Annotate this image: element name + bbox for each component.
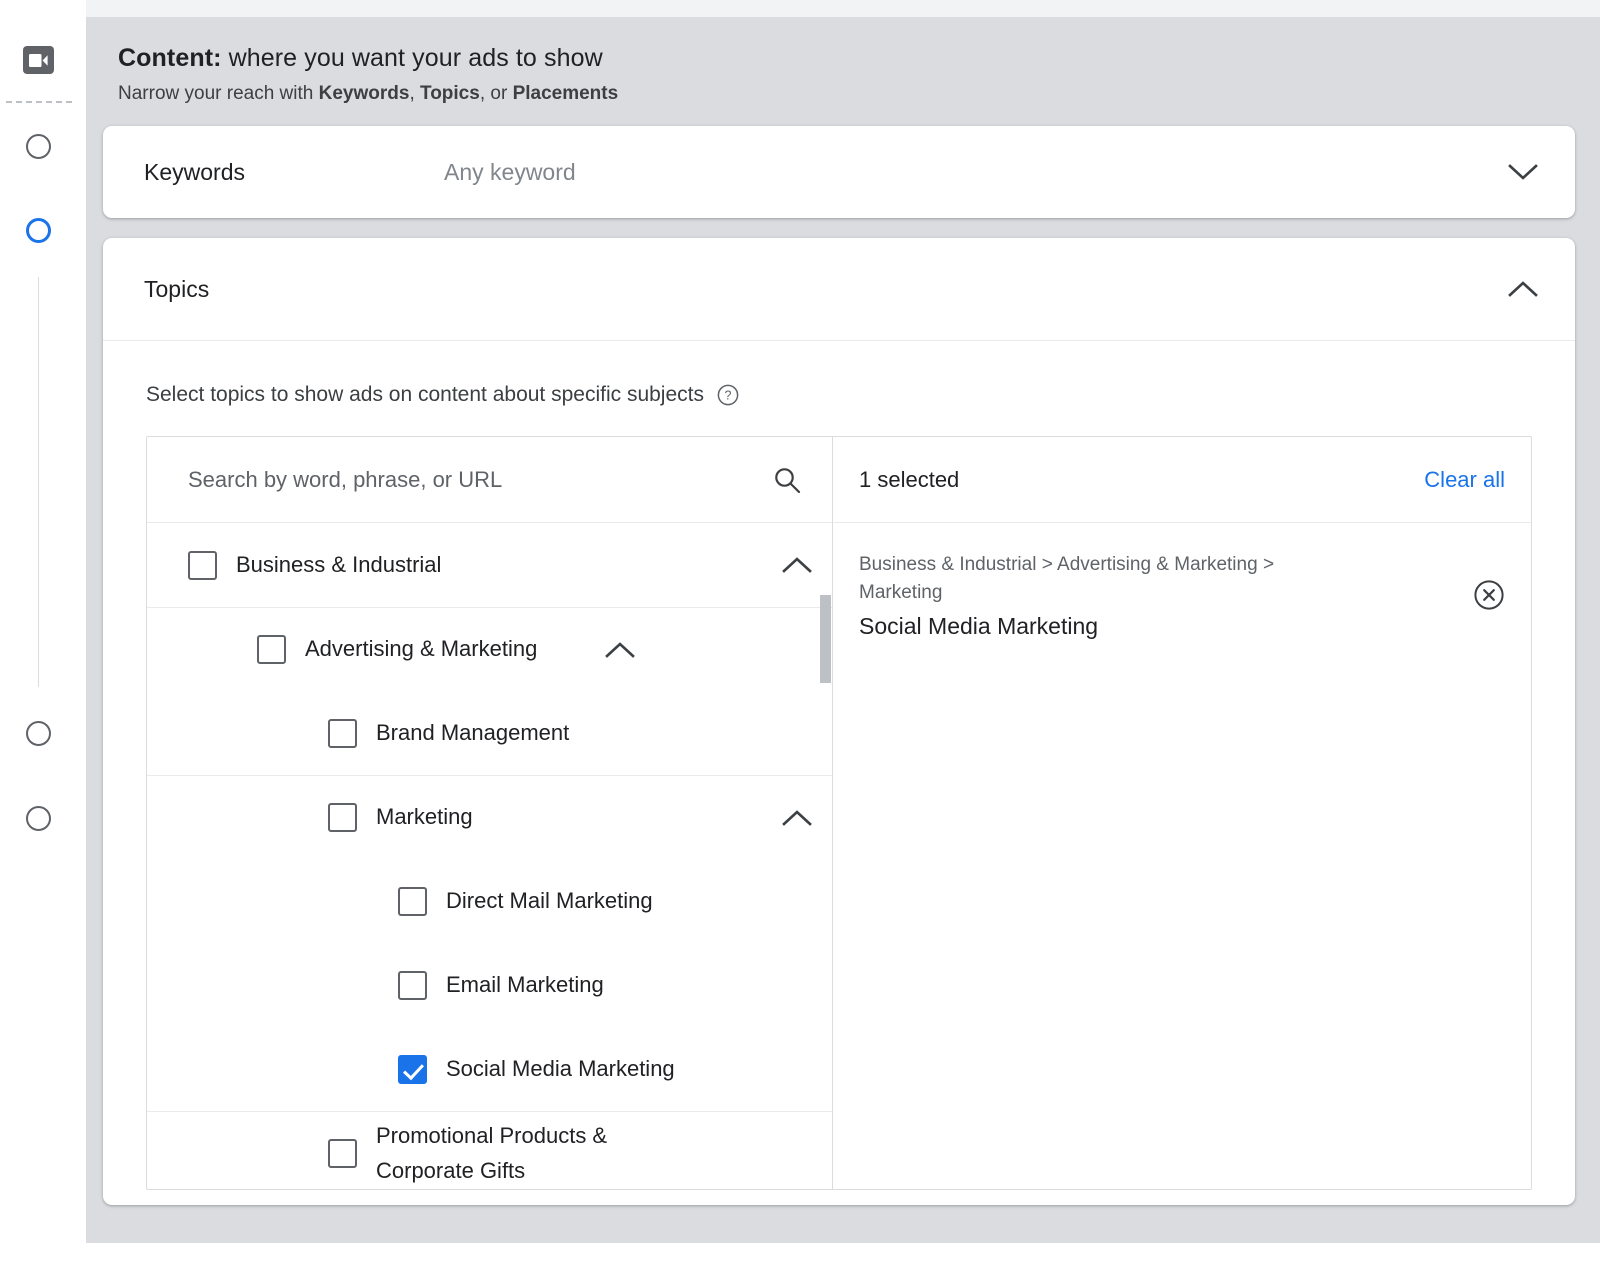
topics-label: Topics <box>144 276 1507 303</box>
tree-chevron-spacer <box>782 1054 812 1084</box>
tree-item-label: Advertising & Marketing <box>305 632 605 666</box>
svg-text:?: ? <box>725 389 732 403</box>
checkbox-unchecked[interactable] <box>398 887 427 916</box>
tree-item-label: Promotional Products & Corporate Gifts <box>376 1119 676 1187</box>
tree-item-label: Brand Management <box>376 716 782 750</box>
stepper-dot-4[interactable] <box>26 806 51 831</box>
chevron-down-icon[interactable] <box>1507 156 1539 188</box>
stepper-dot-2[interactable] <box>26 218 51 243</box>
checkbox-unchecked[interactable] <box>398 971 427 1000</box>
topic-tree[interactable]: Business & Industrial Advertising & Marke… <box>147 523 832 1189</box>
tree-row[interactable]: Business & Industrial <box>147 523 832 607</box>
stepper-rail <box>0 0 86 1270</box>
search-input[interactable] <box>188 467 772 493</box>
keywords-card[interactable]: Keywords Any keyword <box>103 126 1575 218</box>
tree-item-label: Direct Mail Marketing <box>446 884 782 918</box>
tree-chevron-spacer <box>676 1139 706 1169</box>
checkbox-unchecked[interactable] <box>328 803 357 832</box>
tree-item-label: Email Marketing <box>446 968 782 1002</box>
tree-chevron-spacer <box>782 718 812 748</box>
checkbox-unchecked[interactable] <box>188 551 217 580</box>
topics-hint-row: Select topics to show ads on content abo… <box>146 383 1532 407</box>
tree-row[interactable]: Email Marketing <box>147 943 832 1027</box>
page-title-rest: where you want your ads to show <box>222 44 603 72</box>
topics-hint-text: Select topics to show ads on content abo… <box>146 383 704 407</box>
selected-summary-row: 1 selected Clear all <box>833 437 1531 523</box>
topic-selector: Business & Industrial Advertising & Marke… <box>146 436 1532 1190</box>
search-icon[interactable] <box>772 465 802 495</box>
keywords-value: Any keyword <box>444 159 1507 186</box>
checkbox-unchecked[interactable] <box>328 719 357 748</box>
chevron-up-icon[interactable] <box>782 803 812 833</box>
subtitle-placements: Placements <box>513 83 619 104</box>
tree-item-label: Business & Industrial <box>236 548 782 582</box>
tree-scrollbar-thumb[interactable] <box>820 595 831 683</box>
bottom-strip-inner <box>86 1242 1600 1270</box>
topics-body: Select topics to show ads on content abo… <box>103 341 1575 1190</box>
keywords-label: Keywords <box>144 159 444 186</box>
tree-row[interactable]: Promotional Products & Corporate Gifts <box>147 1111 832 1189</box>
top-strip <box>86 0 1600 17</box>
tree-chevron-spacer <box>782 886 812 916</box>
selected-count-label: 1 selected <box>859 467 1424 493</box>
stepper-connector-line <box>38 277 39 687</box>
stepper-dot-3[interactable] <box>26 721 51 746</box>
page-title: Content: where you want your ads to show <box>118 43 1600 74</box>
checkbox-unchecked[interactable] <box>328 1139 357 1168</box>
tree-row[interactable]: Social Media Marketing <box>147 1027 832 1111</box>
content-panel: Content: where you want your ads to show… <box>86 17 1600 1228</box>
page-subtitle: Narrow your reach with Keywords, Topics,… <box>118 82 1600 107</box>
subtitle-sep-1: , <box>409 83 420 104</box>
tree-scrollbar[interactable] <box>820 523 832 1189</box>
selected-topics-pane: 1 selected Clear all Business & Industri… <box>833 437 1531 1189</box>
selected-topic-name: Social Media Marketing <box>859 613 1473 640</box>
page-title-strong: Content: <box>118 44 222 72</box>
clear-all-button[interactable]: Clear all <box>1424 467 1505 493</box>
topic-tree-pane: Business & Industrial Advertising & Marke… <box>147 437 833 1189</box>
tree-row[interactable]: Brand Management <box>147 691 832 775</box>
chevron-up-icon[interactable] <box>782 550 812 580</box>
panel-header: Content: where you want your ads to show… <box>86 17 1600 107</box>
chevron-up-icon[interactable] <box>1507 273 1539 305</box>
tree-item-label: Marketing <box>376 800 782 834</box>
app-root: Content: where you want your ads to show… <box>0 0 1600 1270</box>
subtitle-prefix: Narrow your reach with <box>118 83 319 104</box>
topics-card: Topics Select topics to show ads on cont… <box>103 238 1575 1205</box>
subtitle-keywords: Keywords <box>319 83 410 104</box>
tree-row[interactable]: Marketing <box>147 775 832 859</box>
topics-collapse-row[interactable]: Topics <box>103 238 1575 341</box>
help-circle-icon[interactable]: ? <box>717 384 739 406</box>
subtitle-topics: Topics <box>420 83 480 104</box>
tree-row[interactable]: Advertising & Marketing <box>147 607 832 691</box>
keywords-collapse-row[interactable]: Keywords Any keyword <box>103 126 1575 218</box>
selected-topic-text: Business & Industrial > Advertising & Ma… <box>859 551 1473 640</box>
tree-row[interactable]: Direct Mail Marketing <box>147 859 832 943</box>
selected-topic-breadcrumb: Business & Industrial > Advertising & Ma… <box>859 551 1359 606</box>
bottom-strip <box>86 1228 1600 1270</box>
video-camera-icon <box>23 46 54 74</box>
subtitle-sep-2: , or <box>480 83 513 104</box>
topic-search-row[interactable] <box>147 437 832 523</box>
rail-dashed-divider <box>6 101 72 103</box>
chevron-up-icon[interactable] <box>605 635 635 665</box>
tree-chevron-spacer <box>782 970 812 1000</box>
tree-item-label: Social Media Marketing <box>446 1052 782 1086</box>
selected-topic-list: Business & Industrial > Advertising & Ma… <box>833 523 1531 640</box>
remove-circle-icon[interactable] <box>1473 579 1505 611</box>
checkbox-unchecked[interactable] <box>257 635 286 664</box>
checkbox-checked[interactable] <box>398 1055 427 1084</box>
stepper-dot-1[interactable] <box>26 134 51 159</box>
selected-topic-item: Business & Industrial > Advertising & Ma… <box>833 523 1531 640</box>
